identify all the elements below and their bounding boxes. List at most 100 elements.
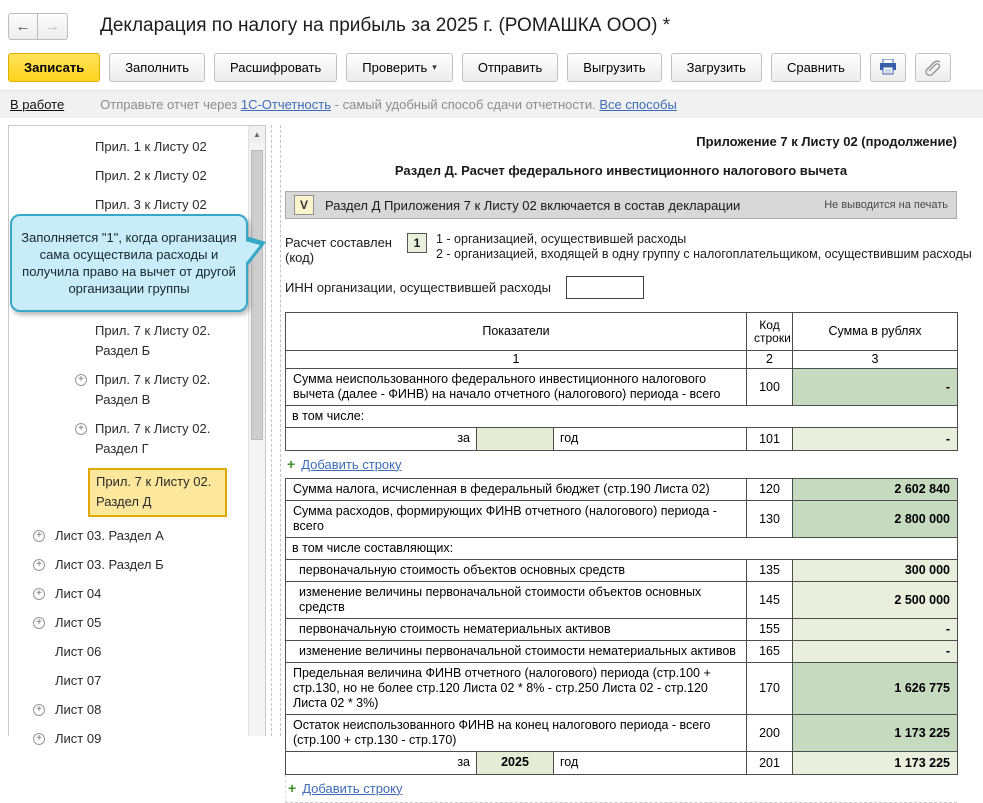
check-button-label: Проверить — [362, 59, 428, 75]
row-201-year-field[interactable]: 2025 — [477, 752, 554, 774]
panel-splitter[interactable] — [271, 125, 281, 736]
sidebar-item-pril7-razdel-g[interactable]: + Прил. 7 к Листу 02. Раздел Г — [9, 419, 265, 459]
sidebar-scrollbar[interactable]: ▲ — [248, 126, 265, 736]
row-101-value-cell[interactable]: - — [792, 427, 958, 451]
row-155-label: первоначальную стоимость нематериальных … — [285, 618, 747, 641]
send-button[interactable]: Отправить — [461, 52, 559, 82]
save-button[interactable]: Записать — [8, 52, 101, 82]
row-130-value-cell[interactable]: 2 800 000 — [792, 500, 958, 538]
row-201-code: 201 — [746, 751, 793, 775]
sidebar-item-label: Лист 03. Раздел А — [55, 528, 164, 543]
row-145-value-cell[interactable]: 2 500 000 — [792, 581, 958, 619]
calc-code-row: Расчет составлен (код) 1 1 - организацие… — [285, 232, 983, 265]
scrollbar-thumb[interactable] — [251, 150, 263, 440]
table-row-165: изменение величины первоначальной стоимо… — [285, 640, 958, 663]
hint-prefix: Отправьте отчет через — [100, 97, 241, 112]
row-165-value-cell[interactable]: - — [792, 640, 958, 663]
table-row-101: за год 101 - — [285, 427, 958, 451]
row-200-label: Остаток неиспользованного ФИНВ на конец … — [285, 714, 747, 752]
add-row-link-bottom[interactable]: Добавить строку — [302, 781, 402, 796]
sidebar-item-list05[interactable]: + Лист 05 — [9, 613, 265, 633]
inn-field[interactable] — [565, 276, 644, 299]
include-checkbox-label: Раздел Д Приложения 7 к Листу 02 включае… — [325, 197, 741, 213]
nav-group: ← → — [8, 12, 68, 40]
add-row-link-top[interactable]: Добавить строку — [301, 457, 401, 472]
row-155-value-cell[interactable]: - — [792, 618, 958, 641]
expand-icon[interactable]: + — [33, 733, 45, 745]
sidebar-item-list06[interactable]: Лист 06 — [9, 642, 265, 662]
status-state-link[interactable]: В работе — [10, 97, 64, 112]
fill-button[interactable]: Заполнить — [109, 52, 206, 82]
sidebar-item-list08[interactable]: + Лист 08 — [9, 700, 265, 720]
table-span-row-2: в том числе составляющих: — [285, 537, 958, 560]
expand-icon[interactable]: + — [33, 559, 45, 571]
import-button[interactable]: Загрузить — [670, 52, 762, 82]
row-135-code: 135 — [746, 559, 793, 582]
calc-code-field[interactable]: 1 — [407, 233, 427, 253]
colnum-3: 3 — [792, 350, 958, 369]
sidebar-item-list04[interactable]: + Лист 04 — [9, 584, 265, 604]
expand-icon[interactable]: + — [75, 374, 87, 386]
row-100-value-cell[interactable]: - — [792, 368, 958, 406]
sidebar-item-label: Лист 08 — [55, 702, 102, 717]
table-row-135: первоначальную стоимость объектов основн… — [285, 559, 958, 582]
colnum-1: 1 — [285, 350, 747, 369]
calc-code-label: Расчет составлен (код) — [285, 235, 392, 265]
scroll-up-icon[interactable]: ▲ — [249, 126, 265, 143]
row-170-code: 170 — [746, 662, 793, 715]
1c-reporting-link[interactable]: 1С-Отчетность — [241, 97, 331, 112]
appendix-header: Приложение 7 к Листу 02 (продолжение) — [696, 134, 957, 149]
row-201-value-cell[interactable]: 1 173 225 — [792, 751, 958, 775]
explain-button[interactable]: Расшифровать — [214, 52, 338, 82]
check-button[interactable]: Проверить ▾ — [346, 52, 453, 82]
row-201-za-label: за — [286, 752, 477, 774]
forward-arrow-icon: → — [45, 17, 60, 35]
sidebar-item-pril7-razdel-d-selected[interactable]: Прил. 7 к Листу 02. Раздел Д — [88, 468, 227, 517]
compare-button[interactable]: Сравнить — [770, 52, 861, 82]
sidebar-item-pril7-razdel-v[interactable]: + Прил. 7 к Листу 02. Раздел В — [9, 370, 265, 410]
row-120-value-cell[interactable]: 2 602 840 — [792, 478, 958, 501]
sidebar-item-pril3-list02[interactable]: Прил. 3 к Листу 02 — [9, 195, 265, 215]
inn-row: ИНН организации, осуществившей расходы — [285, 276, 983, 299]
expand-icon[interactable]: + — [33, 530, 45, 542]
print-button[interactable] — [869, 52, 906, 82]
not-printed-note: Не выводится на печать — [824, 199, 948, 211]
page-title: Декларация по налогу на прибыль за 2025 … — [100, 15, 671, 36]
table-span-row: в том числе: — [285, 405, 958, 428]
table-row-201: за 2025 год 201 1 173 225 — [285, 751, 958, 775]
include-checkbox[interactable]: V — [294, 195, 314, 215]
expand-icon[interactable]: + — [33, 704, 45, 716]
table-row-145: изменение величины первоначальной стоимо… — [285, 581, 958, 619]
v-tom-chisle-label: в том числе: — [285, 405, 958, 428]
sidebar-item-list03-razdel-b[interactable]: + Лист 03. Раздел Б — [9, 555, 265, 575]
form-main: Приложение 7 к Листу 02 (продолжение) Ра… — [285, 125, 983, 803]
export-button[interactable]: Выгрузить — [567, 52, 662, 82]
expand-icon[interactable]: + — [75, 423, 87, 435]
header-pokazateli: Показатели — [285, 312, 747, 351]
paperclip-icon — [924, 58, 942, 76]
row-170-value-cell[interactable]: 1 626 775 — [792, 662, 958, 715]
row-200-value-cell[interactable]: 1 173 225 — [792, 714, 958, 752]
sidebar-item-pril1-list02[interactable]: Прил. 1 к Листу 02 — [9, 137, 265, 157]
row-135-label: первоначальную стоимость объектов основн… — [285, 559, 747, 582]
table-row-170: Предельная величина ФИНВ отчетного (нало… — [285, 662, 958, 715]
forward-button[interactable]: → — [38, 12, 68, 40]
sidebar-item-list07[interactable]: Лист 07 — [9, 671, 265, 691]
sidebar-item-list09[interactable]: + Лист 09 — [9, 729, 265, 749]
row-101-year-field[interactable] — [477, 428, 554, 450]
expand-icon[interactable]: + — [33, 617, 45, 629]
sidebar-item-list03-razdel-a[interactable]: + Лист 03. Раздел А — [9, 526, 265, 546]
hint-suffix: - самый удобный способ сдачи отчетности. — [331, 97, 600, 112]
row-165-code: 165 — [746, 640, 793, 663]
row-120-label: Сумма налога, исчисленная в федеральный … — [285, 478, 747, 501]
chevron-down-icon: ▾ — [432, 61, 437, 72]
sidebar-item-pril7-razdel-b[interactable]: Прил. 7 к Листу 02. Раздел Б — [9, 321, 265, 361]
table-row-100: Сумма неиспользованного федерального инв… — [285, 368, 958, 406]
row-135-value-cell[interactable]: 300 000 — [792, 559, 958, 582]
back-button[interactable]: ← — [8, 12, 38, 40]
expand-icon[interactable]: + — [33, 588, 45, 600]
hint-tooltip: Заполняется "1", когда организация сама … — [10, 214, 266, 312]
attach-button[interactable] — [914, 52, 951, 82]
all-ways-link[interactable]: Все способы — [599, 97, 676, 112]
sidebar-item-pril2-list02[interactable]: Прил. 2 к Листу 02 — [9, 166, 265, 186]
